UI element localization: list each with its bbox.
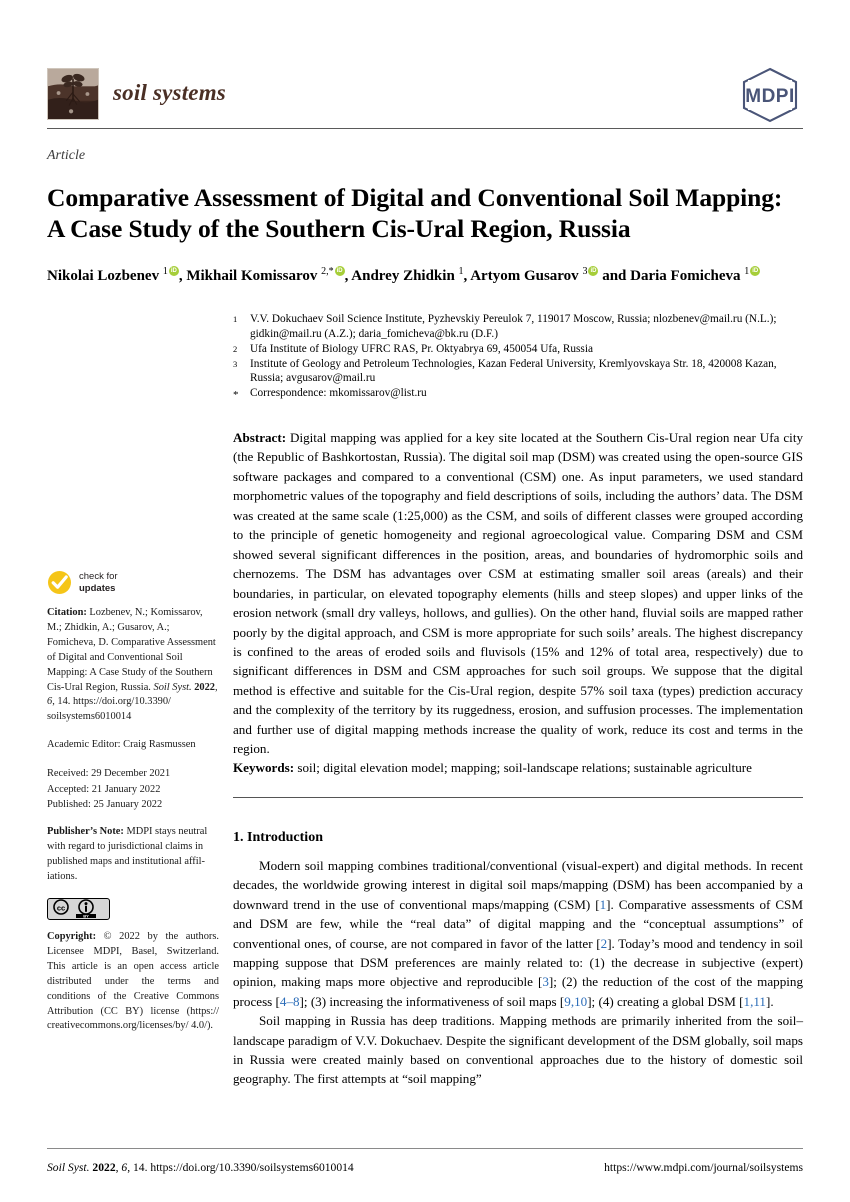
check-for-updates-label: check for updates — [79, 571, 118, 594]
page-title: Comparative Assessment of Digital and Co… — [47, 183, 783, 244]
cfu-line-2: updates — [79, 582, 116, 594]
affiliation-list: 1 V.V. Dokuchaev Soil Science Institute,… — [233, 312, 803, 404]
affiliation-marker: 3 — [233, 358, 238, 369]
academic-editor: Academic Editor: Craig Rasmussen — [47, 739, 196, 751]
affiliation-marker: * — [233, 389, 239, 402]
creative-commons-by-badge[interactable]: cc BY — [47, 898, 110, 920]
publisher-note: Publisher’s Note: MDPI stays neutral wit… — [47, 826, 208, 883]
paragraph: Soil mapping in Russia has deep traditio… — [233, 1013, 803, 1087]
date-published: Published: 25 January 2022 — [47, 798, 163, 810]
affiliation-text: V.V. Dokuchaev Soil Science Institute, P… — [250, 313, 777, 340]
affiliation-text: Institute of Geology and Petroleum Techn… — [250, 357, 777, 385]
seedling-soil-logo — [47, 68, 99, 120]
correspondence-text: Correspondence: mkomissarov@list.ru — [250, 387, 427, 400]
sidebar: check for updates Citation: Lozbenev, N.… — [47, 570, 219, 1047]
copyright-block: Copyright: © 2022 by the authors. Licens… — [47, 931, 219, 1032]
article-type-label: Article — [47, 148, 86, 163]
abstract-label: Abstract: — [233, 430, 287, 445]
orcid-icon[interactable] — [588, 266, 599, 276]
affiliation-marker: 1 — [233, 314, 238, 324]
footer-citation: Soil Syst. 2022, 6, 14. https://doi.org/… — [47, 1161, 354, 1174]
paragraph: Modern soil mapping combines traditional… — [233, 858, 804, 1009]
keywords-text: soil; digital elevation model; mapping; … — [297, 760, 752, 775]
page-header: soil systems MDPI — [47, 66, 803, 128]
introduction-body: Modern soil mapping combines traditional… — [233, 856, 803, 1089]
affiliation-marker: 2 — [233, 343, 238, 354]
author-list: Nikolai Lozbenev 1, Mikhail Komissarov 2… — [47, 262, 803, 286]
header-divider — [47, 128, 803, 129]
check-circle-icon — [47, 570, 72, 595]
keywords-label: Keywords: — [233, 760, 295, 775]
publication-dates: Received: 29 December 2021 Accepted: 21 … — [47, 766, 219, 812]
keywords-section: Keywords: soil; digital elevation model;… — [233, 758, 803, 777]
citation-block: Citation: Lozbenev, N.; Komissarov, M.; … — [47, 607, 218, 723]
orcid-icon[interactable] — [168, 266, 179, 276]
orcid-icon[interactable] — [334, 266, 345, 276]
date-received: Received: 29 December 2021 — [47, 768, 171, 780]
footer-journal-url[interactable]: https://www.mdpi.com/journal/soilsystems — [604, 1161, 803, 1174]
footer-divider — [47, 1148, 803, 1149]
affiliation-item: 3 Institute of Geology and Petroleum Tec… — [233, 357, 803, 386]
section-divider — [233, 797, 803, 798]
abstract-section: Abstract: Digital mapping was applied fo… — [233, 428, 803, 759]
svg-text:cc: cc — [57, 903, 65, 912]
cfu-line-1: check for — [79, 571, 118, 582]
affiliation-item: 2 Ufa Institute of Biology UFRC RAS, Pr.… — [233, 342, 803, 357]
affiliation-item: * Correspondence: mkomissarov@list.ru — [233, 386, 803, 403]
paper-page: soil systems MDPI Article Comparative As… — [0, 0, 850, 1202]
svg-text:MDPI: MDPI — [745, 86, 795, 107]
mdpi-logo: MDPI — [737, 66, 803, 124]
journal-title: soil systems — [113, 80, 226, 105]
abstract-text: Digital mapping was applied for a key si… — [233, 430, 804, 757]
svg-text:BY: BY — [83, 913, 89, 918]
section-heading-introduction: 1. Introduction — [233, 830, 323, 845]
check-for-updates-badge[interactable]: check for updates — [47, 570, 219, 595]
affiliation-item: 1 V.V. Dokuchaev Soil Science Institute,… — [233, 312, 803, 341]
affiliation-text: Ufa Institute of Biology UFRC RAS, Pr. O… — [250, 342, 593, 355]
orcid-icon[interactable] — [750, 266, 761, 276]
date-accepted: Accepted: 21 January 2022 — [47, 783, 161, 795]
